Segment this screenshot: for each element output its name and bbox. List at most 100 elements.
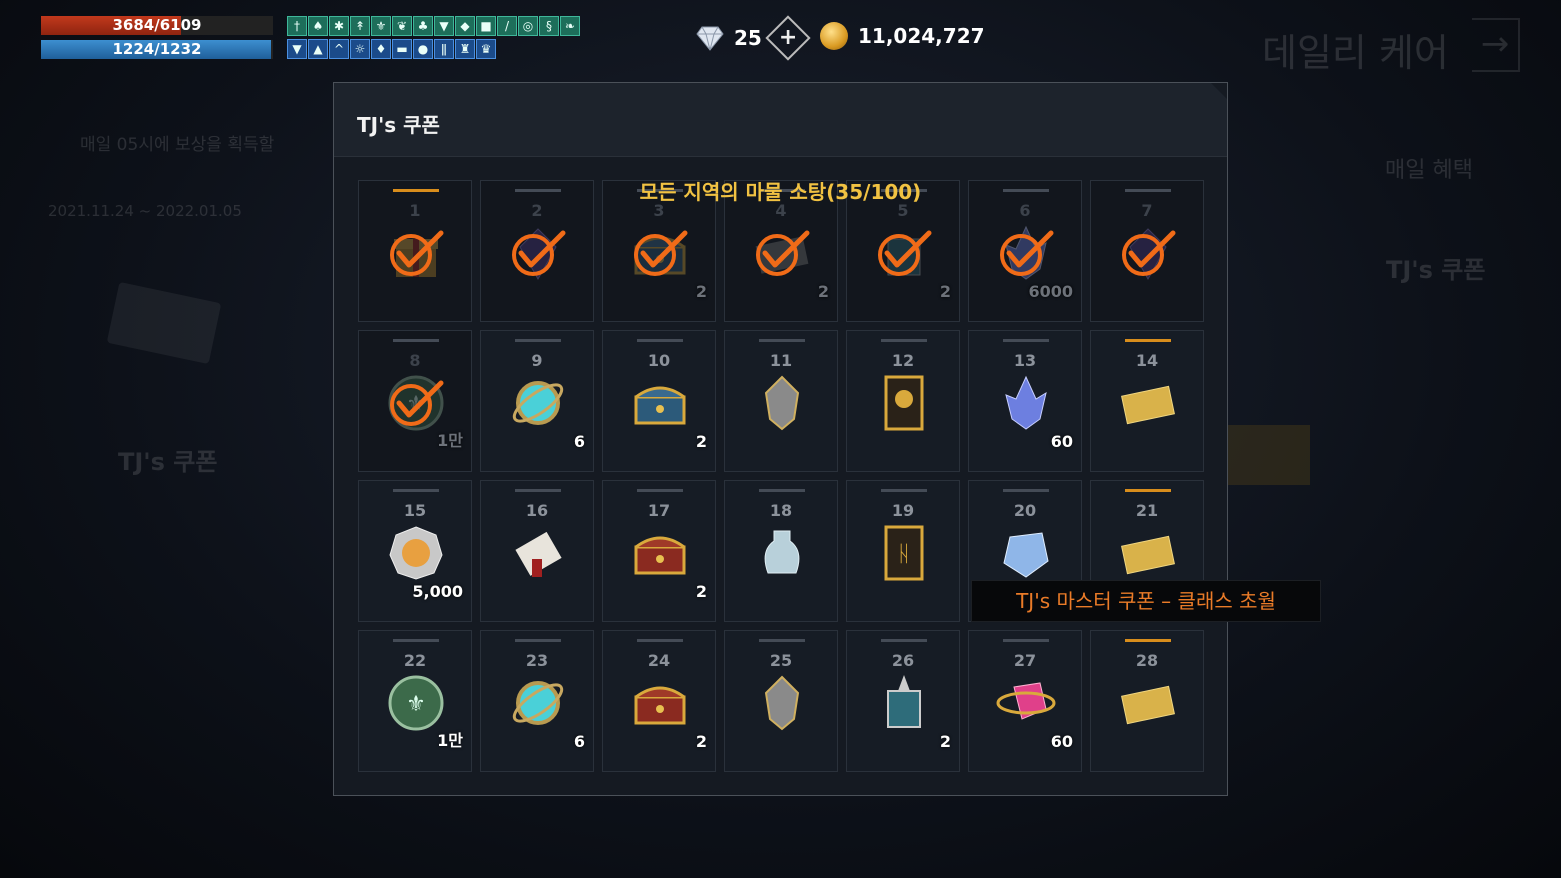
reward-day-27[interactable]: 27 60 [968, 630, 1082, 772]
day-marker [1003, 639, 1049, 642]
day-number: 26 [891, 651, 915, 670]
feather-buff-icon[interactable]: ❧ [560, 16, 580, 36]
reward-day-11[interactable]: 11 [724, 330, 838, 472]
notice-text: 매일 05시에 보상을 획득할 [80, 135, 275, 155]
day-marker [637, 489, 683, 492]
stone-icon [752, 373, 812, 433]
item-quantity: 2 [939, 282, 951, 301]
fleur-buff-icon[interactable]: ⚜ [371, 16, 391, 36]
day-number: 22 [403, 651, 427, 670]
svg-text:ᚺ: ᚺ [897, 542, 910, 567]
day-marker [881, 339, 927, 342]
reward-day-26[interactable]: 26 2 [846, 630, 960, 772]
item-quantity: 60 [1050, 732, 1073, 751]
day-number: 15 [403, 501, 427, 520]
quest-progress: 모든 지역의 마물 소탕(35/100) [639, 180, 922, 204]
reward-grid: 1 2 3 2 4 2 5 2 6 6000 7 8 ⚜ 1만 9 6 10 2 11 12 13 60 14 15 5,000… [358, 180, 1204, 772]
armor-buff-icon[interactable]: ■ [476, 16, 496, 36]
day-marker [1125, 339, 1171, 342]
checkmark-icon [389, 227, 445, 279]
item-quantity: 2 [695, 282, 707, 301]
dialog-title: TJ's 쿠폰 [357, 113, 440, 137]
mountain-buff-icon[interactable]: ^ [329, 39, 349, 59]
reward-day-9[interactable]: 96 [480, 330, 594, 472]
day-marker [1003, 339, 1049, 342]
wolf-buff-icon[interactable]: ◆ [455, 16, 475, 36]
reward-day-18[interactable]: 18 [724, 480, 838, 622]
reward-day-12[interactable]: 12 [846, 330, 960, 472]
plus-icon: + [778, 25, 798, 50]
red-chest-icon [630, 523, 690, 583]
leaf-buff-icon[interactable]: ❦ [392, 16, 412, 36]
reward-day-28[interactable]: 28 [1090, 630, 1204, 772]
reward-day-13[interactable]: 13 60 [968, 330, 1082, 472]
day-marker [1003, 489, 1049, 492]
day-number: 10 [647, 351, 671, 370]
add-gems-button[interactable]: + [765, 15, 811, 61]
day-number: 24 [647, 651, 671, 670]
reward-day-19[interactable]: 19 ᚺ [846, 480, 960, 622]
day-marker [637, 339, 683, 342]
reward-day-15[interactable]: 15 5,000 [358, 480, 472, 622]
item-quantity: 2 [695, 432, 707, 451]
chest-buff-icon[interactable]: ▬ [392, 39, 412, 59]
reward-day-16[interactable]: 16 [480, 480, 594, 622]
item-tooltip: TJ's 마스터 쿠폰 – 클래스 초월 [971, 580, 1321, 622]
sun-buff-icon[interactable]: ☼ [350, 39, 370, 59]
reward-day-10[interactable]: 10 2 [602, 330, 716, 472]
day-number: 20 [1013, 501, 1037, 520]
item-quantity: 6 [573, 732, 585, 751]
item-quantity: 2 [817, 282, 829, 301]
rocket-buff-icon[interactable]: ▲ [308, 39, 328, 59]
reward-day-23[interactable]: 23 6 [480, 630, 594, 772]
wand-buff-icon[interactable]: / [497, 16, 517, 36]
day-marker [1125, 639, 1171, 642]
day-marker [759, 639, 805, 642]
daily-benefit-label: 매일 혜택 [1385, 158, 1473, 183]
flame-buff-icon[interactable]: ♦ [371, 39, 391, 59]
claim-button[interactable] [1228, 425, 1310, 485]
vial-icon [752, 523, 812, 583]
shirt-buff-icon[interactable]: ▼ [434, 16, 454, 36]
lamp-buff-icon[interactable]: ♜ [455, 39, 475, 59]
day-marker [1125, 489, 1171, 492]
shield-buff-icon[interactable]: ◎ [518, 16, 538, 36]
tree-buff-icon[interactable]: ♣ [413, 16, 433, 36]
day-marker [881, 639, 927, 642]
reward-day-22[interactable]: 22 ⚜ 1만 [358, 630, 472, 772]
card-hood-icon [874, 373, 934, 433]
reward-day-17[interactable]: 17 2 [602, 480, 716, 622]
arrow-buff-icon[interactable]: ↟ [350, 16, 370, 36]
gold-count: 11,024,727 [858, 24, 985, 48]
trophy-buff-icon[interactable]: ♛ [476, 39, 496, 59]
day-number: 18 [769, 501, 793, 520]
day-number: 27 [1013, 651, 1037, 670]
gold-currency: 11,024,727 [820, 22, 985, 50]
exit-icon[interactable]: → [1472, 18, 1520, 72]
day-marker [759, 489, 805, 492]
day-number: 12 [891, 351, 915, 370]
rune-buff-icon[interactable]: ǁ [434, 39, 454, 59]
orb-icon [508, 373, 568, 433]
item-quantity: 6 [573, 432, 585, 451]
reward-day-8[interactable]: 8 ⚜ 1만 [358, 330, 472, 472]
coupon-label-right: TJ's 쿠폰 [1386, 256, 1486, 284]
reward-day-14[interactable]: 14 [1090, 330, 1204, 472]
day-number: 17 [647, 501, 671, 520]
day-number: 21 [1135, 501, 1159, 520]
orb-icon [508, 673, 568, 733]
sword-buff-icon[interactable]: † [287, 16, 307, 36]
helm-buff-icon[interactable]: ● [413, 39, 433, 59]
reward-day-24[interactable]: 24 2 [602, 630, 716, 772]
bug-buff-icon[interactable]: ✱ [329, 16, 349, 36]
item-quantity: 2 [695, 582, 707, 601]
potion-buff-icon[interactable]: ♠ [308, 16, 328, 36]
dragon-buff-icon[interactable]: § [539, 16, 559, 36]
gold-ticket-icon [1118, 673, 1178, 733]
card-rune-icon: ᚺ [874, 523, 934, 583]
reward-day-25[interactable]: 25 [724, 630, 838, 772]
shirt-buff-icon[interactable]: ▼ [287, 39, 307, 59]
chest-icon [630, 373, 690, 433]
scroll-icon [508, 523, 568, 583]
item-quantity: 2 [939, 732, 951, 751]
